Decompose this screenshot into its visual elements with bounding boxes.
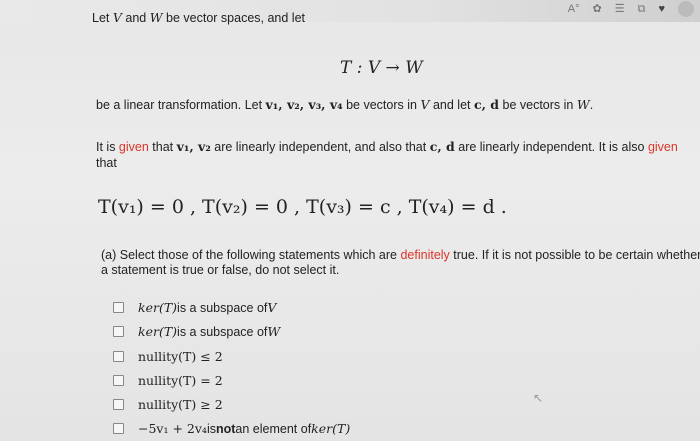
intro-line-1: Let V and W be vector spaces, and let — [92, 10, 306, 25]
question-line-2: a statement is true or false, do not sel… — [101, 263, 340, 277]
mouse-cursor-icon: ↖ — [533, 391, 544, 405]
option-3[interactable]: nullity(T) ≤ 2 — [113, 349, 223, 364]
question-line-1: (a) Select those of the following statem… — [101, 248, 700, 262]
option-1[interactable]: ker(T) is a subspace of V — [113, 300, 276, 315]
option-6[interactable]: −5v₁ + 2v₄ is not an element of ker(T) — [113, 421, 350, 436]
intro-line-2: be a linear transformation. Let v₁, v₂, … — [96, 97, 594, 112]
option-2[interactable]: ker(T) is a subspace of W — [113, 324, 280, 339]
given-line-2: that — [96, 156, 117, 170]
heart-icon[interactable]: ♥ — [658, 2, 665, 16]
given-line-1: It is given that v₁, v₂ are linearly ind… — [96, 139, 678, 154]
checkbox-6[interactable] — [113, 423, 124, 434]
map-definition: T : V → W — [340, 58, 423, 78]
question-page: A° ✿ ☰ ⧉ ♥ Let V and W be vector spaces,… — [0, 0, 700, 441]
checkbox-3[interactable] — [113, 351, 124, 362]
settings-icon[interactable]: ✿ — [593, 2, 602, 16]
share-icon[interactable]: ⧉ — [638, 2, 646, 16]
checkbox-5[interactable] — [113, 399, 124, 410]
option-5[interactable]: nullity(T) ≥ 2 — [113, 397, 223, 412]
option-4[interactable]: nullity(T) = 2 — [113, 373, 223, 388]
a-icon[interactable]: A° — [568, 2, 580, 16]
transformation-equation: T(v₁) = 0 , T(v₂) = 0 , T(v₃) = c , T(v₄… — [98, 196, 507, 218]
list-icon[interactable]: ☰ — [615, 2, 625, 16]
avatar-icon[interactable] — [678, 1, 694, 17]
checkbox-1[interactable] — [113, 302, 124, 313]
checkbox-2[interactable] — [113, 326, 124, 337]
checkbox-4[interactable] — [113, 375, 124, 386]
